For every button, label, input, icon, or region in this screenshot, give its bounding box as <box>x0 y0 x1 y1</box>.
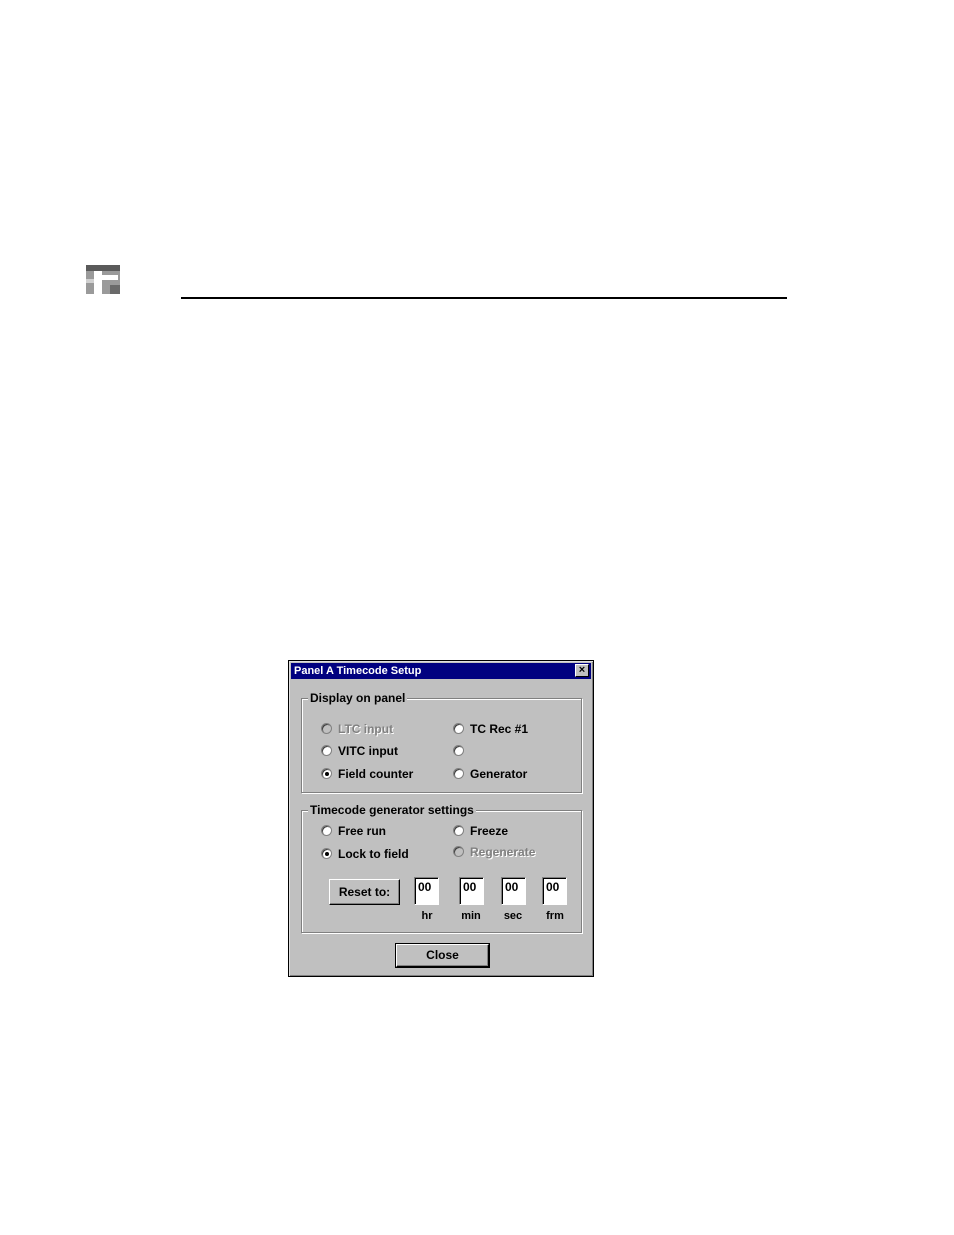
group-label: Timecode generator settings <box>308 802 476 818</box>
group-label: Display on panel <box>308 690 408 706</box>
radio-label: Field counter <box>338 767 414 781</box>
second-unit-label: sec <box>503 910 523 922</box>
radio-button-icon <box>321 723 332 734</box>
close-button[interactable]: Close <box>395 943 490 968</box>
radio-label: Free run <box>338 824 387 838</box>
radio-label: Generator <box>470 767 528 781</box>
radio-button-icon <box>321 825 332 836</box>
radio-button-icon <box>453 768 464 779</box>
radio-label: LTC input <box>338 722 394 736</box>
radio-button-icon <box>321 745 332 756</box>
minute-field[interactable]: 00 <box>459 877 484 905</box>
radio-label: Lock to field <box>338 847 409 861</box>
radio-label: VITC input <box>338 744 398 758</box>
display-on-panel-group: Display on panel LTC input TC Rec #1 VIT… <box>301 690 582 793</box>
radio-button-icon <box>321 768 332 779</box>
timecode-setup-dialog: Panel A Timecode Setup × Display on pane… <box>288 660 594 977</box>
close-icon[interactable]: × <box>575 664 589 677</box>
hour-field[interactable]: 00 <box>414 877 439 905</box>
dialog-title: Panel A Timecode Setup <box>294 665 422 677</box>
second-field[interactable]: 00 <box>501 877 526 905</box>
radio-label: Regenerate <box>470 845 536 859</box>
timecode-generator-group: Timecode generator settings Free run Fre… <box>301 802 582 933</box>
frame-field[interactable]: 00 <box>542 877 567 905</box>
radio-button-icon <box>453 745 464 756</box>
hour-unit-label: hr <box>421 910 433 922</box>
logo-icon <box>84 263 122 296</box>
header-rule <box>181 297 787 299</box>
dialog-titlebar[interactable]: Panel A Timecode Setup × <box>291 663 591 679</box>
reset-to-button[interactable]: Reset to: <box>329 879 400 905</box>
radio-label: TC Rec #1 <box>470 722 529 736</box>
radio-button-icon <box>453 846 464 857</box>
frame-unit-label: frm <box>546 910 564 922</box>
radio-button-icon <box>453 825 464 836</box>
radio-label: Freeze <box>470 824 509 838</box>
radio-button-icon <box>453 723 464 734</box>
minute-unit-label: min <box>461 910 481 922</box>
radio-button-icon <box>321 848 332 859</box>
